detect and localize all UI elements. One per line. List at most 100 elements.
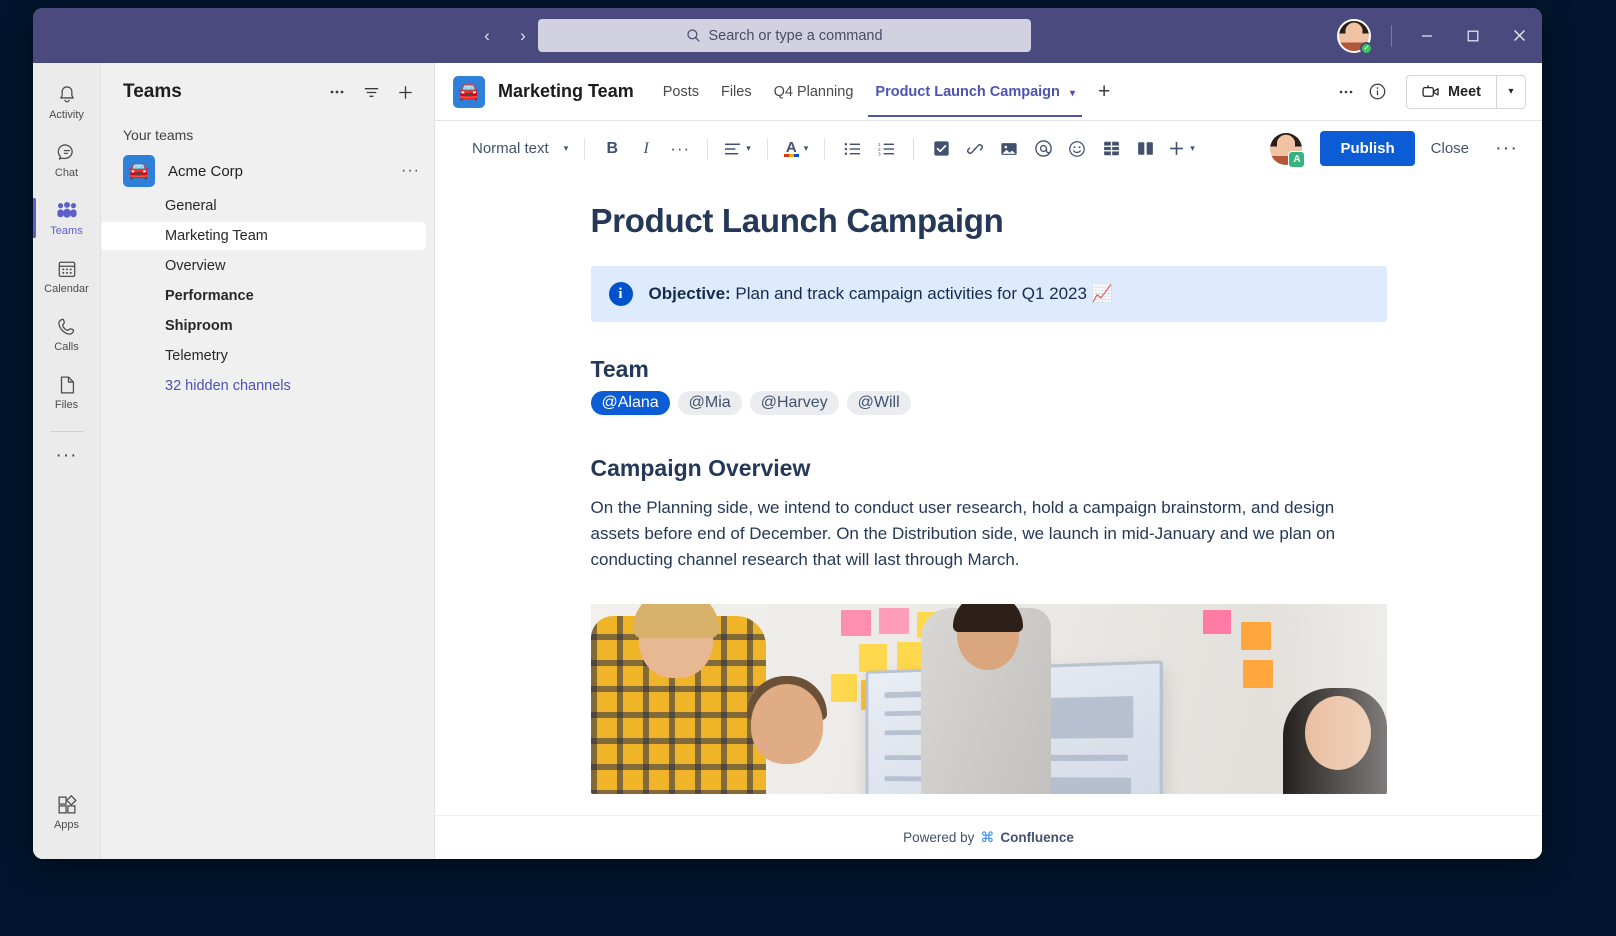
presence-badge: ✓	[1360, 42, 1373, 55]
confluence-logo-icon: ⌘	[980, 829, 994, 846]
sidebar-item-files[interactable]: Files	[33, 363, 101, 421]
more-formatting-button[interactable]: ···	[664, 133, 696, 165]
close-editor-button[interactable]: Close	[1417, 131, 1483, 166]
layout-button[interactable]	[1129, 133, 1161, 165]
app-rail: Activity Chat Teams	[33, 63, 101, 859]
mention-chip-mia[interactable]: @Mia	[678, 391, 742, 415]
sidebar-item-calls[interactable]: Calls	[33, 305, 101, 363]
search-placeholder: Search or type a command	[708, 28, 882, 44]
sidebar-item-label: Teams	[50, 225, 82, 237]
add-tab-button[interactable]: +	[1086, 80, 1122, 104]
image-button[interactable]	[993, 133, 1025, 165]
sidebar-item-telemetry[interactable]: Telemetry	[101, 342, 426, 370]
forward-icon[interactable]: ›	[509, 22, 537, 50]
search-input[interactable]: Search or type a command	[538, 19, 1031, 52]
overview-heading: Campaign Overview	[591, 455, 1387, 482]
sidebar-item-apps[interactable]: Apps	[33, 783, 101, 841]
title-bar: ‹ › Search or type a command ✓	[33, 8, 1542, 63]
editor-author-avatar[interactable]: A	[1270, 133, 1302, 165]
checkbox-icon	[933, 140, 950, 157]
user-avatar[interactable]: ✓	[1337, 19, 1371, 53]
mention-chip-harvey[interactable]: @Harvey	[750, 391, 839, 415]
sidebar-item-teams[interactable]: Teams	[33, 189, 101, 247]
meet-label: Meet	[1448, 84, 1481, 100]
tab-q4-planning[interactable]: Q4 Planning	[763, 66, 865, 117]
sidebar-item-general[interactable]: General	[101, 192, 426, 220]
info-panel-text: Objective: Plan and track campaign activ…	[649, 284, 1113, 304]
sidebar-item-label: Activity	[49, 109, 84, 121]
plus-icon	[396, 83, 415, 102]
meet-dropdown-button[interactable]: ▾	[1496, 75, 1526, 109]
table-icon	[1103, 140, 1120, 157]
divider	[824, 138, 825, 160]
divider	[1391, 25, 1392, 47]
filter-button[interactable]	[356, 77, 386, 107]
numbered-list-icon: 1 2 3	[878, 142, 895, 156]
task-button[interactable]	[925, 133, 957, 165]
mention-chip-will[interactable]: @Will	[847, 391, 911, 415]
your-teams-label: Your teams	[101, 121, 434, 151]
sidebar-item-chat[interactable]: Chat	[33, 131, 101, 189]
maximize-button[interactable]	[1450, 8, 1496, 63]
sidebar-item-overview[interactable]: Overview	[101, 252, 426, 280]
sidebar-item-label: Calls	[54, 341, 78, 353]
app-body: Activity Chat Teams	[33, 63, 1542, 859]
meet-button[interactable]: Meet	[1406, 75, 1496, 109]
italic-button[interactable]: I	[630, 133, 662, 165]
bullet-list-button[interactable]	[836, 133, 868, 165]
add-team-button[interactable]	[390, 77, 420, 107]
align-button[interactable]: ▾	[719, 133, 756, 165]
table-button[interactable]	[1095, 133, 1127, 165]
channel-more-button[interactable]	[1330, 76, 1362, 108]
document-footer: Powered by ⌘ Confluence	[435, 815, 1542, 859]
teams-more-button[interactable]	[322, 77, 352, 107]
mention-button[interactable]	[1027, 133, 1059, 165]
divider	[584, 138, 585, 160]
sidebar-item-label: Chat	[55, 167, 78, 179]
divider	[707, 138, 708, 160]
tab-files[interactable]: Files	[710, 66, 763, 117]
close-icon	[1513, 29, 1526, 42]
app-window: ‹ › Search or type a command ✓	[33, 8, 1542, 859]
hidden-channels-link[interactable]: 32 hidden channels	[101, 372, 426, 400]
tab-posts[interactable]: Posts	[652, 66, 710, 117]
publish-button[interactable]: Publish	[1320, 131, 1414, 166]
insert-button[interactable]: ▾	[1163, 133, 1200, 165]
mention-chips: @Alana @Mia @Harvey @Will	[591, 391, 1387, 415]
minimize-button[interactable]	[1404, 8, 1450, 63]
sticky-note	[1203, 610, 1231, 634]
team-item-acme-corp[interactable]: 🚘 Acme Corp ···	[101, 151, 434, 191]
mention-chip-alana[interactable]: @Alana	[591, 391, 670, 415]
sidebar-item-marketing-team[interactable]: Marketing Team	[101, 222, 426, 250]
rail-more-button[interactable]: ···	[33, 436, 101, 476]
phone-icon	[56, 316, 78, 338]
text-color-button[interactable]: A ▾	[779, 133, 814, 165]
overview-paragraph: On the Planning side, we intend to condu…	[591, 495, 1387, 572]
info-panel: i Objective: Plan and track campaign act…	[591, 266, 1387, 322]
minimize-icon	[1421, 30, 1433, 42]
numbered-list-button[interactable]: 1 2 3	[870, 133, 902, 165]
plus-icon	[1168, 140, 1185, 157]
emoji-button[interactable]	[1061, 133, 1093, 165]
link-button[interactable]	[959, 133, 991, 165]
sidebar-item-shiproom[interactable]: Shiproom	[101, 312, 426, 340]
bullet-list-icon	[844, 142, 861, 156]
document-scroll-area[interactable]: Product Launch Campaign i Objective: Pla…	[435, 176, 1542, 815]
sidebar-item-activity[interactable]: Activity	[33, 73, 101, 131]
chevron-down-icon: ▾	[746, 143, 751, 154]
document: Product Launch Campaign i Objective: Pla…	[435, 176, 1542, 794]
more-horizontal-icon: ···	[670, 139, 690, 159]
editor-more-button[interactable]: ···	[1485, 137, 1528, 160]
sidebar-item-performance[interactable]: Performance	[101, 282, 426, 310]
info-circle-icon	[1368, 82, 1387, 101]
sidebar-item-calendar[interactable]: Calendar	[33, 247, 101, 305]
team-more-icon[interactable]: ···	[401, 162, 420, 180]
channel-info-button[interactable]	[1362, 76, 1394, 108]
text-color-label: A	[784, 141, 799, 154]
close-button[interactable]	[1496, 8, 1542, 63]
tab-product-launch-campaign[interactable]: Product Launch Campaign ▾	[864, 66, 1086, 117]
text-style-dropdown[interactable]: Normal text ▾	[457, 133, 573, 165]
bold-button[interactable]: B	[596, 133, 628, 165]
back-icon[interactable]: ‹	[473, 22, 501, 50]
sticky-note	[841, 610, 871, 636]
